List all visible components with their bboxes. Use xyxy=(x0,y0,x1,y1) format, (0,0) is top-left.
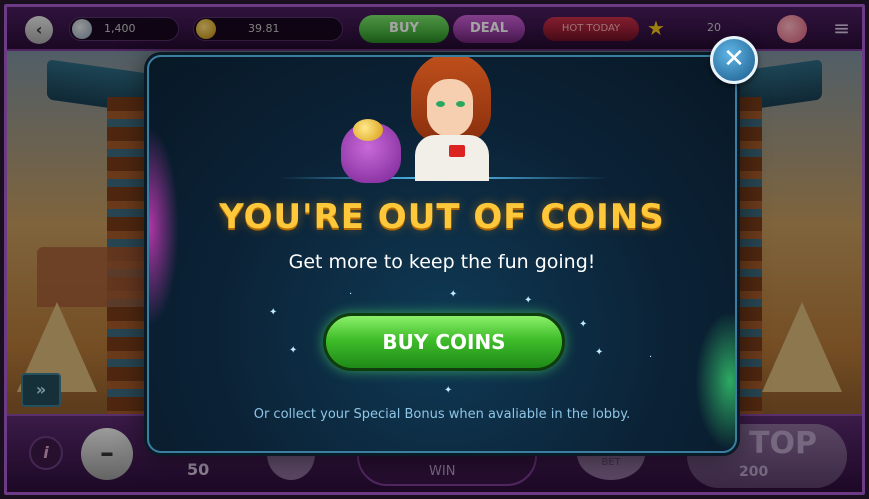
modal-title: YOU'RE OUT OF COINS xyxy=(219,197,665,237)
special-bonus-note: Or collect your Special Bonus when avali… xyxy=(253,407,631,422)
modal-glow-right xyxy=(695,311,735,451)
modal-subtitle: Get more to keep the fun going! xyxy=(288,251,596,273)
sparkle-icon: · xyxy=(649,352,653,363)
close-modal-button[interactable]: ✕ xyxy=(710,36,758,84)
sparkle-icon: ✦ xyxy=(524,295,533,306)
mascot-character xyxy=(385,57,515,181)
sparkle-icon: · xyxy=(349,289,353,300)
sparkle-icon: ✦ xyxy=(269,307,278,318)
sparkle-icon: ✦ xyxy=(444,385,453,396)
sparkle-icon: ✦ xyxy=(595,347,604,358)
buy-coins-button[interactable]: BUY COINS xyxy=(323,313,565,371)
sparkle-icon: ✦ xyxy=(289,345,298,356)
sparkle-icon: ✦ xyxy=(579,319,588,330)
out-of-coins-modal: ✦ ✦ · ✦ ✦ ✦ ✦ · ✦ YOU'RE OUT OF COINS Ge… xyxy=(147,55,737,453)
sparkle-icon: ✦ xyxy=(449,289,458,300)
gold-coin-icon xyxy=(353,119,383,141)
close-icon: ✕ xyxy=(723,44,745,74)
